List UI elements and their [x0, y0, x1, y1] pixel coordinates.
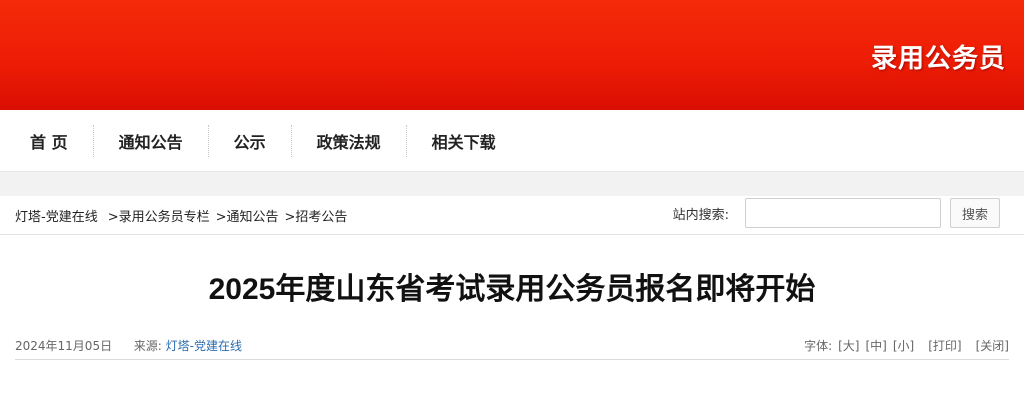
breadcrumb-current-link[interactable]: >招考公告	[285, 206, 348, 225]
site-search: 站内搜索: 搜索	[673, 198, 1000, 228]
font-small-button[interactable]: [小]	[893, 337, 914, 354]
article-meta: 2024年11月05日 来源: 灯塔-党建在线 字体: [大] [中] [小] …	[15, 336, 1009, 360]
search-button[interactable]: 搜索	[950, 198, 1000, 228]
source-label: 来源:	[133, 339, 162, 353]
close-button[interactable]: [关闭]	[976, 337, 1009, 354]
breadcrumb-section-link[interactable]: >录用公务员专栏	[108, 206, 210, 225]
site-title: 录用公务员	[870, 44, 1006, 74]
nav-shadow-band	[0, 171, 1024, 196]
nav-item-home[interactable]: 首 页	[5, 110, 93, 171]
nav-item-public-notice[interactable]: 公示	[209, 110, 291, 171]
nav-item-policies[interactable]: 政策法规	[292, 110, 406, 171]
breadcrumb-notices-link[interactable]: >通知公告	[216, 206, 279, 225]
nav-item-downloads[interactable]: 相关下载	[407, 110, 521, 171]
main-nav: 首 页 通知公告 公示 政策法规 相关下载	[0, 110, 1024, 171]
breadcrumb-home-link[interactable]: 灯塔-党建在线	[15, 206, 98, 225]
breadcrumb: 灯塔-党建在线 >录用公务员专栏 >通知公告 >招考公告	[15, 206, 347, 225]
font-size-label: 字体:	[804, 339, 833, 353]
print-button[interactable]: [打印]	[928, 337, 961, 354]
header-banner: 录用公务员	[0, 0, 1024, 110]
breadcrumb-bar: 灯塔-党建在线 >录用公务员专栏 >通知公告 >招考公告 站内搜索: 搜索	[0, 196, 1024, 235]
publish-date: 2024年11月05日	[15, 339, 113, 353]
search-input[interactable]	[745, 198, 941, 228]
source-link[interactable]: 灯塔-党建在线	[166, 339, 242, 353]
font-large-button[interactable]: [大]	[838, 337, 859, 354]
nav-item-notices[interactable]: 通知公告	[94, 110, 208, 171]
search-label: 站内搜索:	[672, 207, 729, 223]
article-title: 2025年度山东省考试录用公务员报名即将开始	[208, 273, 816, 306]
font-medium-button[interactable]: [中]	[866, 337, 887, 354]
